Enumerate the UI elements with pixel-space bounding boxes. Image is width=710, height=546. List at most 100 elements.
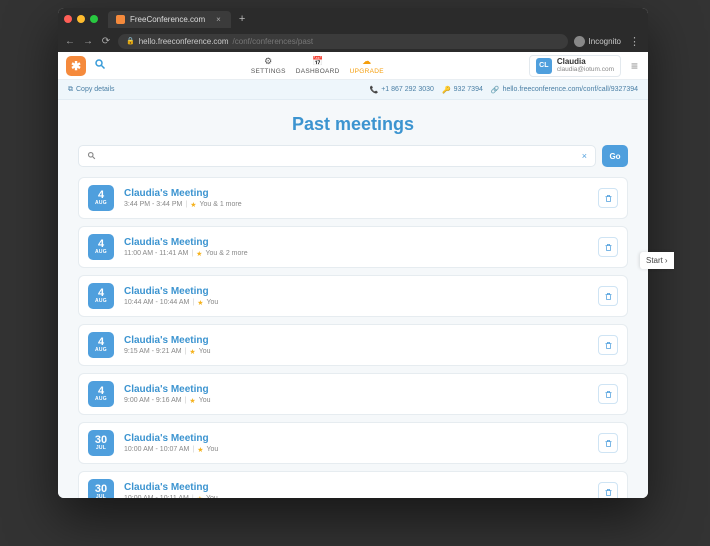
meeting-time: 11:00 AM - 11:41 AM [124, 250, 188, 257]
meeting-card[interactable]: 4AUG Claudia's Meeting 9:15 AM - 9:21 AM|★… [78, 324, 628, 366]
meeting-list: 4AUGClaudia's Meeting3:44 PM - 3:44 PM|★… [78, 177, 628, 498]
meeting-time: 9:15 AM - 9:21 AM [124, 348, 182, 355]
browser-window: FreeConference.com × + ← → ⟳ 🔒 hello.fre… [58, 8, 648, 498]
forward-icon[interactable]: → [82, 35, 94, 47]
meeting-meta: 3:44 PM - 3:44 PM|★You & 1 more [124, 201, 588, 209]
app-logo-icon[interactable]: ✱ [66, 56, 86, 76]
meeting-participants: You [199, 397, 211, 404]
window-controls[interactable] [64, 15, 98, 23]
clear-search-icon[interactable]: × [582, 151, 587, 161]
meeting-title: Claudia's Meeting [124, 433, 588, 444]
lock-icon: 🔒 [126, 37, 135, 45]
meeting-search-box[interactable]: × [78, 145, 596, 167]
go-button[interactable]: Go [602, 145, 628, 167]
date-month: AUG [95, 397, 107, 402]
link-icon: 🔗 [491, 86, 500, 94]
nav-settings-label: SETTINGS [251, 68, 286, 75]
meeting-card[interactable]: 4AUG Claudia's Meeting10:44 AM - 10:44 AM… [78, 275, 628, 317]
delete-meeting-button[interactable] [598, 286, 618, 306]
nav-upgrade-label: UPGRADE [350, 68, 384, 75]
meeting-card[interactable]: 30JULClaudia's Meeting10:00 AM - 10:11 A… [78, 471, 628, 498]
delete-meeting-button[interactable] [598, 237, 618, 257]
delete-meeting-button[interactable] [598, 433, 618, 453]
meeting-card[interactable]: 4AUGClaudia's Meeting3:44 PM - 3:44 PM|★… [78, 177, 628, 219]
page-title: Past meetings [78, 114, 628, 135]
meeting-title: Claudia's Meeting [124, 237, 588, 248]
user-email: claudia@iotum.com [557, 66, 614, 73]
copy-details-button[interactable]: ⧉ Copy details [68, 86, 115, 94]
date-month: AUG [95, 348, 107, 353]
user-chip[interactable]: CL Claudia claudia@iotum.com [529, 55, 621, 77]
new-tab-button[interactable]: + [239, 13, 245, 25]
meeting-participants: You [206, 446, 218, 453]
dial-in-phone[interactable]: 📞 +1 867 292 3030 [369, 86, 433, 94]
browser-tab[interactable]: FreeConference.com × [108, 11, 231, 28]
tab-title: FreeConference.com [130, 15, 205, 24]
minimize-window-icon[interactable] [77, 15, 85, 23]
chevron-right-icon: › [665, 256, 668, 265]
meeting-meta: 10:00 AM - 10:07 AM|★You [124, 446, 588, 454]
header-nav: ⚙ SETTINGS 📅 DASHBOARD ☁ UPGRADE [251, 56, 384, 75]
avatar: CL [536, 58, 552, 74]
meeting-time: 10:00 AM - 10:11 AM [124, 495, 189, 498]
conference-link[interactable]: 🔗 hello.freeconference.com/conf/call/932… [491, 86, 638, 94]
star-icon: ★ [189, 397, 195, 405]
copy-icon: ⧉ [68, 86, 73, 94]
gear-icon: ⚙ [264, 56, 272, 67]
date-badge: 4AUG [88, 283, 114, 309]
cloud-icon: ☁ [362, 56, 371, 67]
meeting-meta: 9:15 AM - 9:21 AM|★You [124, 348, 588, 356]
date-month: JUL [96, 446, 106, 451]
user-name: Claudia [557, 58, 614, 67]
delete-meeting-button[interactable] [598, 482, 618, 498]
close-tab-icon[interactable]: × [216, 15, 221, 24]
search-input[interactable] [102, 152, 582, 161]
meeting-card[interactable]: 30JUL Claudia's Meeting 10:00 AM - 10:07 A… [78, 422, 628, 464]
start-tab[interactable]: Start › [640, 252, 674, 269]
incognito-badge[interactable]: Incognito [574, 36, 621, 47]
conference-link-text: hello.freeconference.com/conf/call/93273… [503, 86, 638, 93]
reload-icon[interactable]: ⟳ [100, 35, 112, 47]
meeting-meta: 9:00 AM - 9:16 AM|★You [124, 397, 588, 405]
meeting-title: Claudia's Meeting [124, 384, 588, 395]
phone-icon: 📞 [369, 86, 378, 94]
date-month: AUG [95, 250, 107, 255]
meeting-time: 9:00 AM - 9:16 AM [124, 397, 182, 404]
meeting-info: Claudia's Meeting10:44 AM - 10:44 AM|★Yo… [124, 286, 588, 307]
start-label: Start [646, 256, 663, 265]
meeting-time: 10:00 AM - 10:07 AM [124, 446, 189, 453]
meeting-card[interactable]: 4AUGClaudia's Meeting11:00 AM - 11:41 AM… [78, 226, 628, 268]
delete-meeting-button[interactable] [598, 335, 618, 355]
meeting-title: Claudia's Meeting [124, 482, 588, 493]
nav-upgrade[interactable]: ☁ UPGRADE [350, 56, 384, 75]
meeting-time: 3:44 PM - 3:44 PM [124, 201, 182, 208]
meeting-participants: You [206, 299, 218, 306]
access-code-value: 932 7394 [454, 86, 483, 93]
star-icon: ★ [197, 495, 203, 499]
meeting-participants: You [199, 348, 211, 355]
delete-meeting-button[interactable] [598, 384, 618, 404]
maximize-window-icon[interactable] [90, 15, 98, 23]
favicon-icon [116, 15, 125, 24]
url-field[interactable]: 🔒 hello.freeconference.com/conf/conferen… [118, 34, 568, 49]
hamburger-icon[interactable]: ≡ [629, 59, 640, 73]
close-window-icon[interactable] [64, 15, 72, 23]
meeting-title: Claudia's Meeting [124, 335, 588, 346]
meeting-info: Claudia's Meeting3:44 PM - 3:44 PM|★You … [124, 188, 588, 209]
conference-infobar: ⧉ Copy details 📞 +1 867 292 3030 🔑 932 7… [58, 80, 648, 100]
search-icon [87, 151, 96, 162]
browser-menu-icon[interactable]: ⋮ [627, 35, 642, 48]
nav-settings[interactable]: ⚙ SETTINGS [251, 56, 286, 75]
date-badge: 4AUG [88, 381, 114, 407]
nav-dashboard[interactable]: 📅 DASHBOARD [296, 56, 340, 75]
phone-number: +1 867 292 3030 [381, 86, 434, 93]
meeting-card[interactable]: 4AUGClaudia's Meeting9:00 AM - 9:16 AM|★… [78, 373, 628, 415]
back-icon[interactable]: ← [64, 35, 76, 47]
date-badge: 30JUL [88, 430, 114, 456]
date-badge: 4AUG [88, 332, 114, 358]
header-search-icon[interactable] [94, 58, 106, 73]
delete-meeting-button[interactable] [598, 188, 618, 208]
main-content: Past meetings × Go 4AUGClaudia's Meeting… [58, 100, 648, 498]
access-code[interactable]: 🔑 932 7394 [442, 86, 483, 94]
app-header: ✱ ⚙ SETTINGS 📅 DASHBOARD ☁ UPGRADE CL Cl… [58, 52, 648, 80]
